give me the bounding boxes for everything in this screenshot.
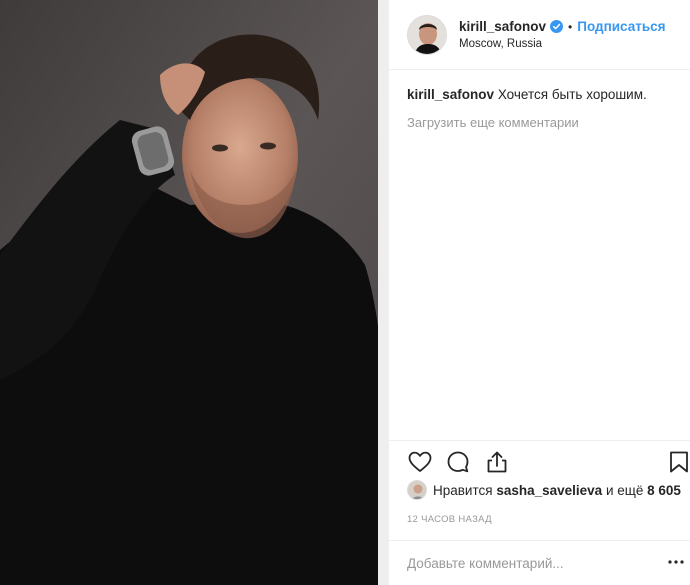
heart-icon[interactable] — [407, 449, 433, 475]
add-comment-bar — [389, 540, 690, 585]
load-more-comments-button[interactable]: Загрузить еще комментарии — [407, 115, 677, 130]
follow-button[interactable]: Подписаться — [577, 19, 665, 34]
portrait-photo — [0, 0, 388, 585]
likes-middle: и ещё — [605, 482, 644, 498]
header-top-row: kirill_safonov • Подписаться — [459, 19, 666, 34]
avatar[interactable] — [407, 14, 447, 55]
location-link[interactable]: Moscow, Russia — [459, 38, 666, 50]
action-bar — [389, 440, 690, 478]
likes-row: Нравится sasha_savelieva и ещё 8 605 — [407, 480, 681, 500]
caption-text: Хочется быть хорошим. — [497, 87, 647, 102]
liker-avatar-image — [408, 481, 426, 499]
comment-icon[interactable] — [445, 449, 471, 475]
liker-avatar[interactable] — [407, 480, 427, 500]
username-link[interactable]: kirill_safonov — [459, 19, 546, 34]
likes-count[interactable]: 8 605 — [647, 483, 681, 498]
comment-input[interactable] — [407, 555, 637, 571]
avatar-image — [408, 15, 446, 54]
post-header: kirill_safonov • Подписаться Moscow, Rus… — [389, 0, 690, 70]
caption: kirill_safonov Хочется быть хорошим. — [407, 86, 677, 104]
more-options-icon[interactable] — [667, 555, 685, 569]
post-sidebar: kirill_safonov • Подписаться Moscow, Rus… — [388, 0, 690, 585]
liker-username[interactable]: sasha_savelieva — [496, 483, 602, 498]
post-photo[interactable] — [0, 0, 388, 585]
separator-dot: • — [568, 19, 573, 34]
verified-badge-icon — [550, 20, 564, 33]
comments-section: kirill_safonov Хочется быть хорошим. Заг… — [407, 86, 677, 130]
share-icon[interactable] — [484, 449, 510, 475]
caption-username[interactable]: kirill_safonov — [407, 87, 494, 102]
instagram-post: kirill_safonov • Подписаться Moscow, Rus… — [0, 0, 690, 585]
bookmark-icon[interactable] — [666, 449, 690, 475]
likes-prefix: Нравится — [433, 482, 493, 498]
post-timestamp[interactable]: 12 часов назад — [407, 514, 492, 525]
header-text: kirill_safonov • Подписаться Moscow, Rus… — [459, 19, 666, 50]
